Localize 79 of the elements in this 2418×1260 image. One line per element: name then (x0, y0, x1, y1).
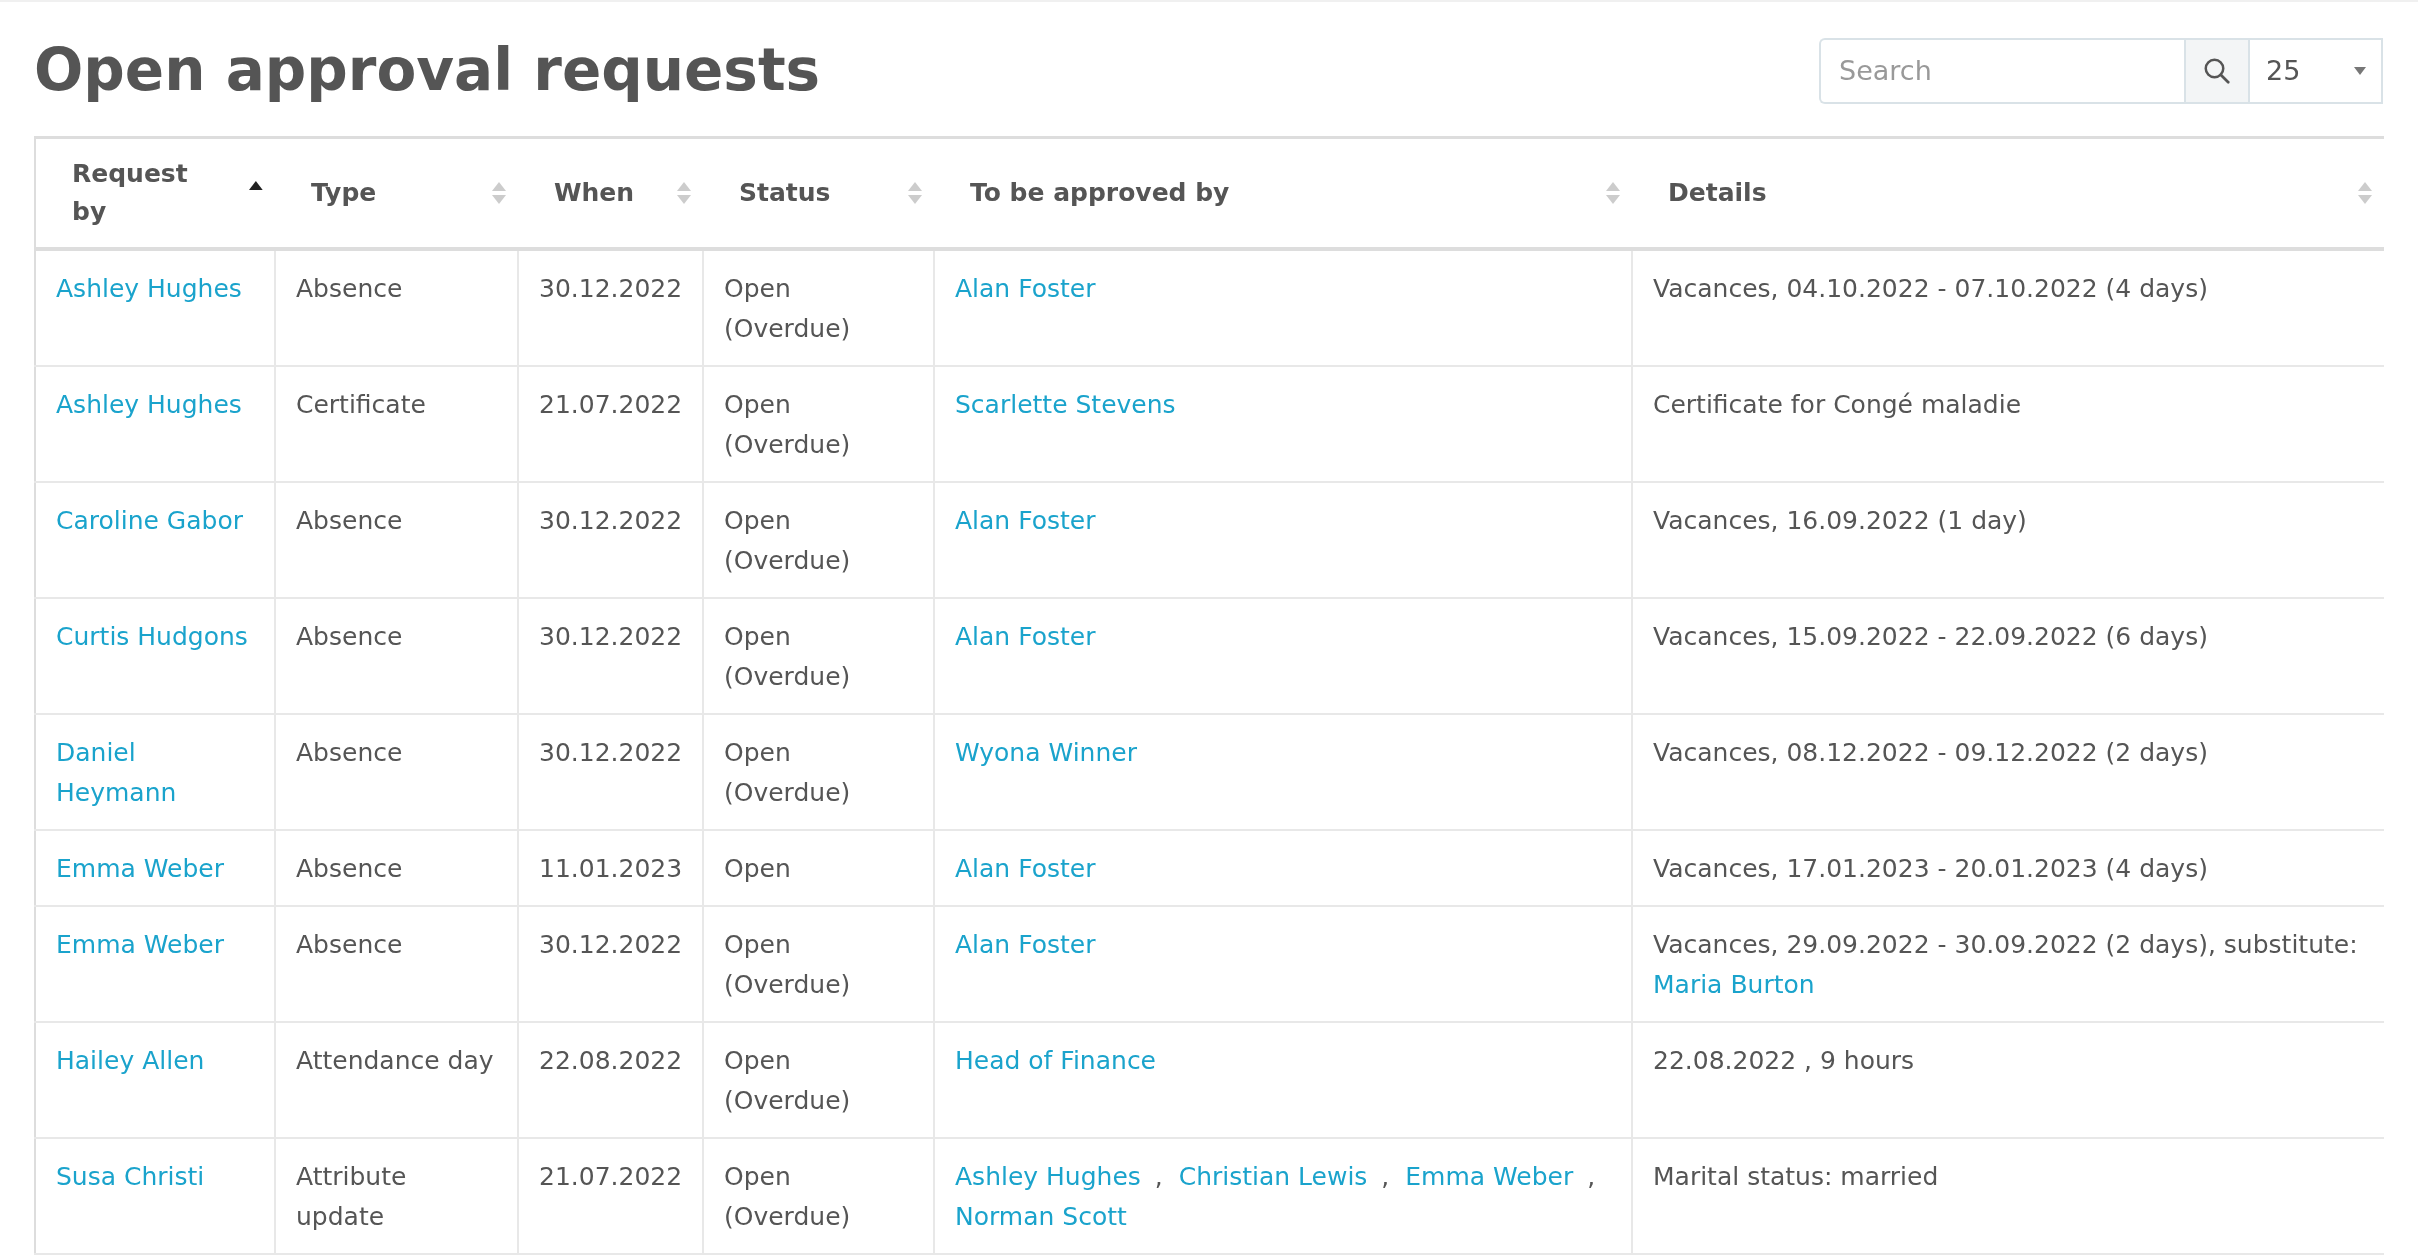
request-status: Open (724, 853, 792, 886)
column-header-label: Type (311, 177, 377, 210)
requester-link[interactable]: Caroline Gabor (56, 501, 254, 542)
separator-comma: , (1381, 1162, 1390, 1192)
requester-link[interactable]: Emma Weber (56, 925, 254, 966)
detail-text: Vacances, 16.09.2022 (1 day) (1653, 505, 2028, 538)
detail-text: 22.08.2022 , 9 hours (1653, 1045, 1916, 1078)
request-date: 30.12.2022 (539, 929, 682, 962)
search-field[interactable]: Search (1819, 37, 2184, 104)
column-header[interactable]: Details (1632, 137, 2384, 250)
request-date: 30.12.2022 (539, 505, 682, 538)
request-type: Certificate (296, 389, 427, 422)
separator-comma: , (1154, 1162, 1163, 1192)
approver-link[interactable]: Ashley Hughes (955, 1162, 1141, 1192)
column-header-label: To be approved by (970, 177, 1230, 210)
column-header-label: When (554, 177, 635, 210)
column-header-label: Request by (72, 158, 189, 228)
page-title: Open approval requests (34, 36, 821, 106)
column-header[interactable]: Request by (35, 137, 275, 250)
requester-link[interactable]: Curtis Hudgons (56, 617, 254, 658)
request-status: Open (Overdue) (724, 1045, 852, 1118)
request-status: Open (Overdue) (724, 389, 852, 462)
request-status: Open (Overdue) (724, 1161, 852, 1234)
request-type: Absence (296, 273, 404, 306)
approver-link[interactable]: Alan Foster (955, 925, 1611, 966)
detail-link[interactable]: Maria Burton (1653, 970, 1815, 1000)
approver-link[interactable]: Norman Scott (955, 1202, 1127, 1232)
detail-text: Vacances, 29.09.2022 - 30.09.2022 (2 days), substitute: (1653, 930, 2358, 960)
request-type: Absence (296, 929, 404, 962)
requester-link[interactable]: Emma Weber (56, 849, 254, 890)
column-header[interactable]: To be approved by (934, 137, 1632, 250)
column-header-label: Details (1668, 177, 1767, 210)
column-header[interactable]: Type (275, 137, 518, 250)
page-size-value: 25 (2266, 53, 2301, 88)
detail-text: Certificate for Congé maladie (1653, 389, 2023, 422)
approver-link[interactable]: Alan Foster (955, 501, 1611, 542)
approver-link[interactable]: Emma Weber (1405, 1162, 1574, 1192)
approver-link[interactable]: Alan Foster (955, 269, 1611, 310)
request-status: Open (Overdue) (724, 505, 852, 578)
detail-text: Vacances, 17.01.2023 - 20.01.2023 (4 days) (1653, 853, 2209, 886)
search-button[interactable] (2184, 37, 2250, 104)
request-type: Attendance day (296, 1045, 495, 1078)
approver-link[interactable]: Head of Finance (955, 1041, 1611, 1082)
request-status: Open (Overdue) (724, 737, 852, 810)
caret-icon (2353, 65, 2367, 76)
approver-link[interactable]: Scarlette Stevens (955, 385, 1611, 426)
approver-link[interactable]: Alan Foster (955, 617, 1611, 658)
column-header[interactable]: Status (703, 137, 934, 250)
detail-text: Vacances, 04.10.2022 - 07.10.2022 (4 days) (1653, 273, 2209, 306)
detail-text: Vacances, 15.09.2022 - 22.09.2022 (6 days) (1653, 621, 2209, 654)
request-date: 30.12.2022 (539, 737, 682, 770)
request-date: 11.01.2023 (539, 853, 682, 886)
approver-link[interactable]: Wyona Winner (955, 733, 1611, 774)
request-status: Open (Overdue) (724, 929, 852, 1002)
requester-link[interactable]: Susa Christi (56, 1157, 254, 1198)
requester-link[interactable]: Hailey Allen (56, 1041, 254, 1082)
request-date: 30.12.2022 (539, 621, 682, 654)
request-date: 21.07.2022 (539, 389, 682, 422)
request-date: 21.07.2022 (539, 1161, 682, 1194)
request-status: Open (Overdue) (724, 621, 852, 694)
request-status: Open (Overdue) (724, 273, 852, 346)
requester-link[interactable]: Ashley Hughes (56, 269, 254, 310)
request-type: Absence (296, 505, 404, 538)
approver-link[interactable]: Alan Foster (955, 849, 1611, 890)
detail-text: Marital status: married (1653, 1161, 1940, 1194)
request-type: Attribute update (296, 1161, 408, 1234)
detail-text: Vacances, 08.12.2022 - 09.12.2022 (2 days) (1653, 737, 2209, 770)
approver-link[interactable]: Christian Lewis (1178, 1162, 1368, 1192)
requester-link[interactable]: Ashley Hughes (56, 385, 254, 426)
column-header[interactable]: When (518, 137, 703, 250)
requester-link[interactable]: Daniel Heymann (56, 733, 254, 814)
column-header-label: Status (739, 177, 831, 210)
separator-comma: , (1587, 1162, 1596, 1192)
request-type: Absence (296, 853, 404, 886)
request-date: 22.08.2022 (539, 1045, 682, 1078)
request-date: 30.12.2022 (539, 273, 682, 306)
request-type: Absence (296, 737, 404, 770)
page-size-dropdown[interactable]: 25 (2250, 37, 2383, 104)
request-type: Absence (296, 621, 404, 654)
